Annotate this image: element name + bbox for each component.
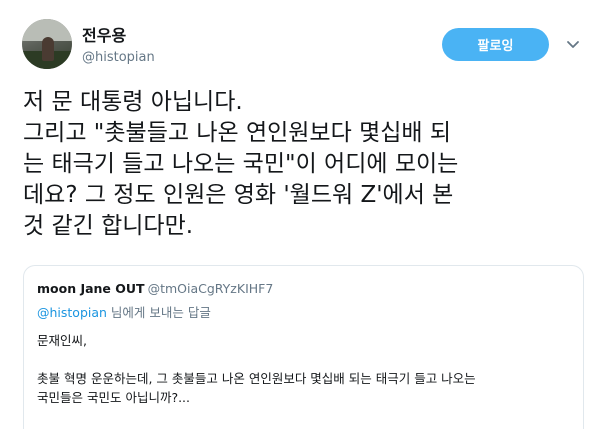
- following-button[interactable]: 팔로잉: [442, 28, 549, 61]
- quoted-tweet[interactable]: moon Jane OUT @tmOiaCgRYzKIHF7 @histopian…: [23, 265, 584, 429]
- avatar[interactable]: [22, 19, 72, 69]
- quoted-author-handle: @tmOiaCgRYzKIHF7: [147, 281, 274, 296]
- tweet-text-line: 는 태극기 들고 나오는 국민"이 어디에 모이는: [23, 151, 459, 177]
- quoted-text-line: 문재인씨,: [37, 333, 87, 348]
- tweet-text-line: 그리고 "촛불들고 나온 연인원보다 몇십배 되: [23, 120, 452, 146]
- quoted-text-line: 국민들은 국민도 아닙니까?...: [37, 390, 191, 405]
- reply-context: @histopian 님에게 보내는 답글: [37, 302, 211, 321]
- quoted-tweet-text: 문재인씨, 촛불 혁명 운운하는데, 그 촛불들고 나온 연인원보다 몇십배 되…: [37, 331, 577, 407]
- author-name[interactable]: 전우용: [82, 26, 126, 46]
- reply-mention-link[interactable]: @histopian: [37, 305, 107, 320]
- quoted-text-spacer: [37, 350, 577, 369]
- tweet-text-line: 것 같긴 합니다만.: [23, 213, 194, 239]
- quoted-text-line: 촛불 혁명 운운하는데, 그 촛불들고 나온 연인원보다 몇십배 되는 태극기 …: [37, 371, 476, 386]
- quoted-tweet-header: moon Jane OUT @tmOiaCgRYzKIHF7: [37, 278, 273, 297]
- quoted-author-name: moon Jane OUT: [37, 281, 145, 296]
- chevron-down-icon[interactable]: [565, 38, 581, 52]
- tweet-text: 저 문 대통령 아닙니다. 그리고 "촛불들고 나온 연인원보다 몇십배 되 는…: [23, 87, 593, 242]
- tweet-card: 전우용 @histopian 팔로잉 저 문 대통령 아닙니다. 그리고 "촛불…: [0, 0, 605, 429]
- tweet-text-line: 저 문 대통령 아닙니다.: [23, 89, 243, 115]
- reply-context-label: 님에게 보내는 답글: [106, 305, 211, 320]
- author-handle[interactable]: @histopian: [82, 49, 155, 67]
- tweet-text-line: 데요? 그 정도 인원은 영화 '월드워 Z'에서 본: [23, 182, 454, 208]
